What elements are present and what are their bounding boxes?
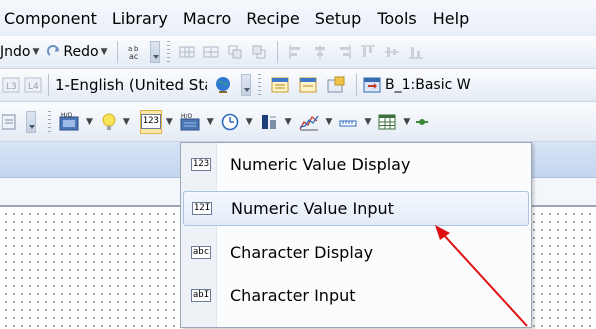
align-right-icon[interactable] bbox=[335, 43, 353, 61]
system-settings-icon[interactable] bbox=[326, 76, 346, 94]
menu-item-numeric-display[interactable]: 123 Numeric Value Display bbox=[183, 147, 529, 182]
layer-4-icon[interactable]: L4 bbox=[24, 76, 42, 94]
pipe-icon[interactable] bbox=[416, 112, 429, 132]
align-center-icon[interactable] bbox=[311, 43, 329, 61]
redo-button[interactable]: Redo bbox=[63, 44, 98, 60]
window-properties-icon[interactable] bbox=[298, 76, 318, 94]
toolbar-overflow-icon[interactable] bbox=[150, 41, 161, 63]
svg-text:H/O: H/O bbox=[181, 113, 193, 120]
menu-item-label: Character Input bbox=[230, 286, 356, 305]
table-icon[interactable] bbox=[377, 112, 397, 132]
character-input-icon: abI bbox=[190, 285, 212, 307]
bar-graph-icon[interactable] bbox=[259, 112, 279, 132]
bring-front-icon[interactable] bbox=[226, 43, 244, 61]
undo-button[interactable]: Jndo bbox=[0, 44, 30, 60]
send-back-icon[interactable] bbox=[250, 43, 268, 61]
toolbar-separator bbox=[48, 74, 49, 96]
menu-setup[interactable]: Setup bbox=[315, 9, 362, 28]
chevron-down-icon[interactable]: ▼ bbox=[246, 117, 253, 127]
menu-recipe[interactable]: Recipe bbox=[246, 9, 299, 28]
screen-properties-icon[interactable] bbox=[270, 76, 290, 94]
lamp-icon[interactable] bbox=[101, 112, 117, 132]
align-left-icon[interactable] bbox=[287, 43, 305, 61]
redo-dropdown-icon[interactable]: ▼ bbox=[101, 47, 108, 57]
numeric-input-icon-glyph: 12I bbox=[191, 202, 213, 215]
window-icon[interactable] bbox=[363, 76, 381, 94]
window-select-value[interactable]: B_1:Basic W bbox=[385, 77, 471, 93]
toolbar-separator bbox=[277, 41, 279, 63]
menu-help[interactable]: Help bbox=[433, 9, 469, 28]
grid-icon-1[interactable] bbox=[178, 43, 196, 61]
meter-icon[interactable] bbox=[338, 112, 358, 132]
toolbar-grip[interactable] bbox=[167, 41, 171, 63]
menu-item-label: Numeric Value Input bbox=[231, 199, 394, 218]
toolbar-overflow-icon[interactable] bbox=[241, 74, 251, 96]
menu-bar: Component Library Macro Recipe Setup Too… bbox=[0, 0, 596, 36]
language-select[interactable]: 1-English (United Sta ▼ bbox=[55, 73, 207, 97]
globe-icon[interactable] bbox=[213, 75, 233, 95]
align-top-icon[interactable] bbox=[359, 43, 377, 61]
chevron-down-icon[interactable]: ▼ bbox=[123, 117, 130, 127]
character-display-icon: abc bbox=[190, 242, 212, 264]
character-input-icon-glyph: abI bbox=[190, 289, 212, 302]
chevron-down-icon[interactable]: ▼ bbox=[285, 117, 292, 127]
menu-item-label: Numeric Value Display bbox=[230, 155, 411, 174]
toolbar-grip[interactable] bbox=[258, 74, 261, 96]
menu-item-label: Character Display bbox=[230, 243, 374, 262]
toolbar-grip[interactable] bbox=[48, 110, 51, 133]
numeric-input-icon: 12I bbox=[191, 198, 213, 220]
align-middle-icon[interactable] bbox=[383, 43, 401, 61]
clock-icon[interactable] bbox=[220, 112, 240, 132]
toolbar-separator bbox=[117, 41, 119, 63]
trend-graph-icon[interactable] bbox=[298, 112, 320, 132]
project-toolbar: L3 L4 1-English (United Sta ▼ B_1:Basic … bbox=[0, 69, 596, 102]
menu-tools[interactable]: Tools bbox=[377, 9, 416, 28]
language-select-value: 1-English (United Sta bbox=[55, 76, 207, 94]
svg-text:L3: L3 bbox=[6, 82, 17, 92]
menu-item-character-input[interactable]: abI Character Input bbox=[183, 278, 529, 313]
numeric-display-icon-glyph: 123 bbox=[190, 158, 212, 171]
char-object-icon[interactable]: H/O bbox=[179, 112, 201, 132]
numeric-display-icon: 123 bbox=[190, 154, 212, 176]
numeric-dropdown-menu: 123 Numeric Value Display 12I Numeric Va… bbox=[180, 142, 532, 328]
numeric-123-icon: 123 bbox=[140, 114, 161, 129]
switch-object-icon[interactable]: H/O bbox=[58, 112, 80, 132]
chevron-down-icon[interactable]: ▼ bbox=[207, 117, 214, 127]
chevron-down-icon[interactable]: ▼ bbox=[364, 117, 371, 127]
svg-text:ac: ac bbox=[129, 52, 138, 61]
screen-object-icon[interactable] bbox=[2, 113, 16, 131]
svg-text:H/O: H/O bbox=[61, 112, 73, 119]
toolbar-overflow-icon[interactable] bbox=[26, 110, 36, 133]
object-toolbar: H/O ▼ ▼ 123 ▼ H/O ▼ ▼ ▼ ▼ ▼ ▼ bbox=[0, 102, 596, 142]
menu-item-numeric-input[interactable]: 12I Numeric Value Input bbox=[183, 191, 529, 226]
menu-component[interactable]: Component bbox=[4, 9, 97, 28]
chevron-down-icon[interactable]: ▼ bbox=[326, 117, 333, 127]
character-display-icon-glyph: abc bbox=[190, 246, 212, 259]
grid-icon-2[interactable] bbox=[202, 43, 220, 61]
toolbar-separator bbox=[356, 74, 357, 96]
chevron-down-icon[interactable]: ▼ bbox=[86, 117, 93, 127]
svg-text:L4: L4 bbox=[28, 82, 39, 92]
undo-dropdown-icon[interactable]: ▼ bbox=[32, 47, 39, 57]
spelling-icon[interactable]: a b ac bbox=[127, 43, 145, 61]
edit-toolbar: Jndo ▼ Redo ▼ a b ac bbox=[0, 36, 596, 69]
align-bottom-icon[interactable] bbox=[407, 43, 425, 61]
numeric-component-button[interactable]: 123 bbox=[139, 109, 162, 134]
chevron-down-icon[interactable]: ▼ bbox=[403, 117, 410, 127]
chevron-down-icon[interactable]: ▼ bbox=[166, 117, 173, 127]
menu-macro[interactable]: Macro bbox=[183, 9, 231, 28]
redo-icon bbox=[47, 45, 61, 59]
menu-library[interactable]: Library bbox=[112, 9, 168, 28]
layer-3-icon[interactable]: L3 bbox=[2, 76, 20, 94]
menu-item-character-display[interactable]: abc Character Display bbox=[183, 235, 529, 270]
